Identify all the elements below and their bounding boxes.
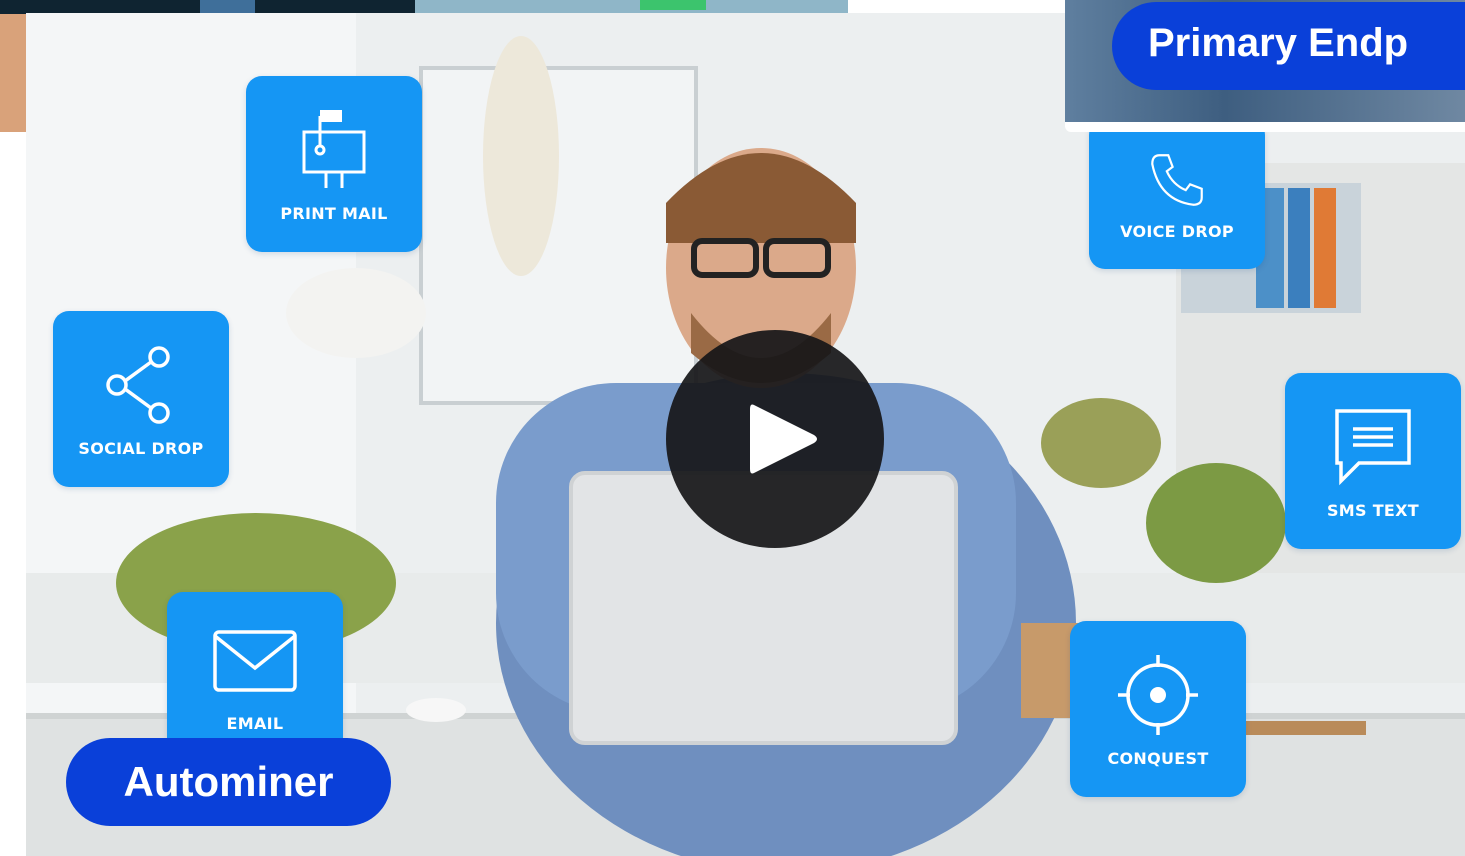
chat-message-icon <box>1335 408 1411 485</box>
channel-tile-email: EMAIL <box>167 592 343 757</box>
play-icon <box>750 404 817 474</box>
play-button[interactable] <box>666 330 884 548</box>
share-icon <box>106 345 170 424</box>
channel-tile-print-mail: PRINT MAIL <box>246 76 422 252</box>
primary-endpoint-label[interactable]: Primary Endp <box>1112 2 1465 90</box>
target-icon <box>1118 654 1198 735</box>
channel-tile-conquest: CONQUEST <box>1070 621 1246 797</box>
strip-segment <box>640 0 706 10</box>
channel-label: CONQUEST <box>1107 748 1209 768</box>
autominer-label[interactable]: Autominer <box>66 738 391 826</box>
primary-endpoint-card[interactable]: Primary Endp <box>1065 0 1465 132</box>
video-player[interactable]: PRINT MAIL VOICE DROP SOCIAL DROP SMS TE… <box>26 13 1465 856</box>
neighbor-card-edge <box>0 0 26 132</box>
channel-tile-sms-text: SMS TEXT <box>1285 373 1461 549</box>
channel-label: PRINT MAIL <box>280 203 388 223</box>
strip-segment <box>200 0 255 14</box>
phone-icon <box>1151 153 1203 206</box>
neighbor-card-top <box>0 0 848 14</box>
channel-tile-voice-drop: VOICE DROP <box>1089 119 1265 269</box>
channel-label: EMAIL <box>226 714 284 733</box>
channel-label: SMS TEXT <box>1326 500 1420 520</box>
channel-tile-social-drop: SOCIAL DROP <box>53 311 229 487</box>
envelope-icon <box>213 630 297 692</box>
strip-segment <box>415 0 848 14</box>
channel-label: VOICE DROP <box>1120 221 1234 241</box>
mailbox-icon <box>302 109 366 188</box>
channel-label: SOCIAL DROP <box>78 438 204 458</box>
